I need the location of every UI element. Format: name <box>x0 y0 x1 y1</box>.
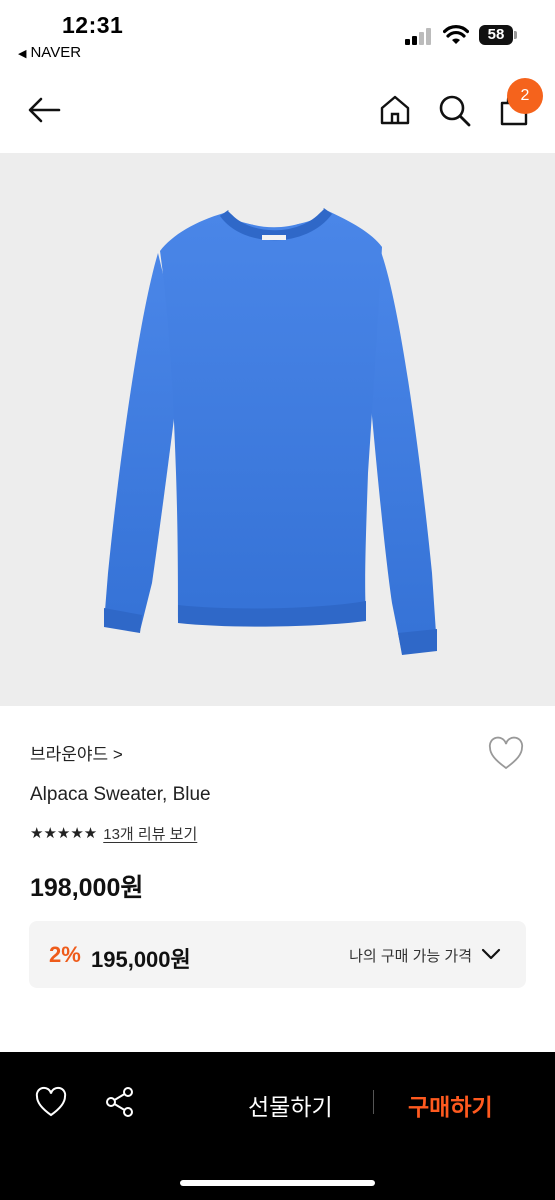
discounted-price: 195,000원 <box>91 947 191 972</box>
gift-button[interactable]: 선물하기 <box>248 1088 333 1122</box>
back-to-app-link[interactable]: ◀ NAVER <box>18 44 81 61</box>
heart-icon[interactable] <box>34 1085 68 1119</box>
battery-indicator: 58 <box>479 25 513 45</box>
home-icon[interactable] <box>377 92 413 128</box>
back-arrow-icon[interactable] <box>26 92 62 128</box>
button-divider <box>373 1090 374 1114</box>
buy-button[interactable]: 구매하기 <box>408 1088 493 1122</box>
wifi-icon <box>443 25 469 44</box>
status-bar: 12:31 ◀ NAVER 58 <box>0 0 555 70</box>
home-indicator <box>180 1180 375 1186</box>
cellular-signal-icon <box>405 27 435 45</box>
share-icon[interactable] <box>103 1085 137 1119</box>
search-icon[interactable] <box>436 92 472 128</box>
nav-bar <box>0 80 555 140</box>
star-rating: ★★★★★ <box>30 825 98 842</box>
back-triangle-icon: ◀ <box>18 48 27 60</box>
wishlist-heart-icon[interactable] <box>487 735 525 773</box>
back-app-label: NAVER <box>30 44 82 61</box>
review-link[interactable]: 13개 리뷰 보기 <box>103 823 197 844</box>
product-image[interactable] <box>0 153 555 706</box>
chevron-down-icon[interactable] <box>480 943 502 965</box>
product-name: Alpaca Sweater, Blue <box>30 784 211 805</box>
discount-rate: 2% <box>49 942 81 967</box>
brand-link[interactable]: 브라운야드 > <box>30 740 123 765</box>
product-price: 198,000원 <box>30 874 144 902</box>
sweater-illustration <box>104 207 437 655</box>
battery-nub <box>514 31 517 39</box>
bottom-action-bar <box>0 1052 555 1200</box>
rating-row: ★★★★★ 13개 리뷰 보기 <box>30 822 197 844</box>
my-price-panel[interactable]: 2% 195,000원 나의 구매 가능 가격 <box>29 921 526 988</box>
my-price-label: 나의 구매 가능 가격 <box>349 948 472 965</box>
status-time: 12:31 <box>62 12 124 38</box>
cart-count-badge: 2 <box>507 78 543 114</box>
